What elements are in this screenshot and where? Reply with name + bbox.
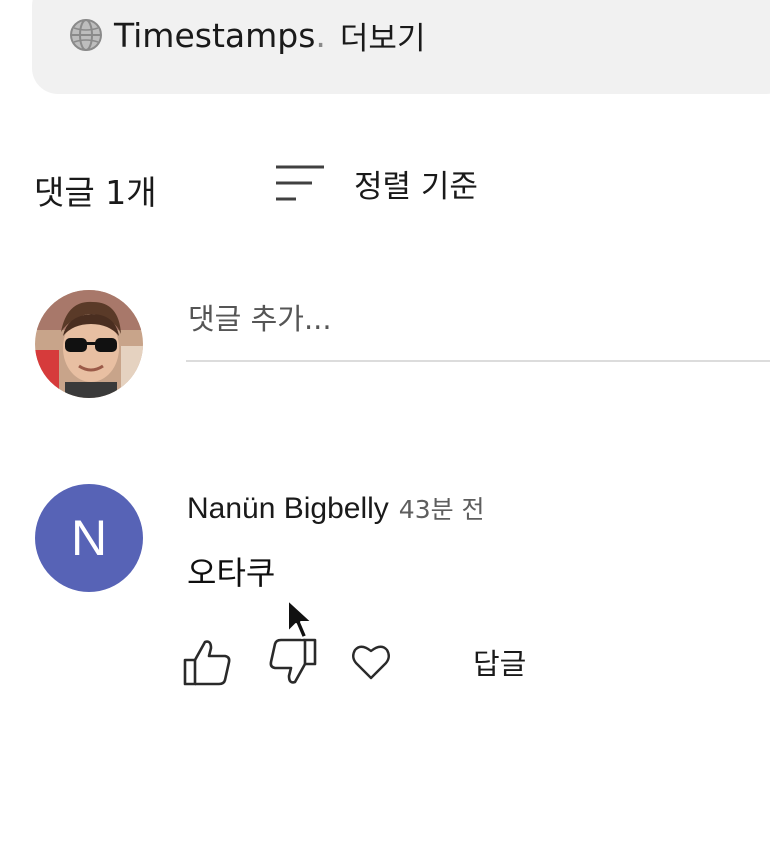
heart-icon bbox=[352, 645, 390, 680]
sort-label: 정렬 기준 bbox=[354, 168, 478, 205]
comment-meta: Nanün Bigbelly 43분 전 bbox=[187, 490, 485, 530]
comments-header: 댓글 1개 bbox=[34, 160, 157, 220]
comment-time: 43분 전 bbox=[398, 495, 485, 524]
comment-text: 오타쿠 bbox=[187, 554, 276, 592]
thumbs-up-icon bbox=[183, 640, 231, 686]
reply-button[interactable]: 답글 bbox=[473, 641, 526, 683]
add-comment-input[interactable] bbox=[186, 284, 770, 362]
hashtag-text[interactable]: Timestamps bbox=[114, 16, 315, 55]
user-photo bbox=[35, 290, 143, 398]
more-button[interactable]: 더보기 bbox=[340, 13, 426, 58]
thumbs-down-icon bbox=[269, 638, 317, 684]
user-avatar[interactable] bbox=[35, 290, 143, 398]
description-line[interactable]: Timestamps. 더보기 bbox=[68, 13, 425, 57]
commenter-avatar[interactable]: N bbox=[35, 484, 143, 592]
sort-icon bbox=[276, 165, 324, 201]
comment-author[interactable]: Nanün Bigbelly bbox=[187, 492, 389, 526]
comment-actions: 답글 bbox=[181, 634, 526, 690]
comments-count: 댓글 1개 bbox=[34, 173, 157, 212]
sort-button[interactable]: 정렬 기준 bbox=[272, 158, 478, 208]
dislike-button[interactable] bbox=[267, 636, 319, 688]
ellipsis: . bbox=[315, 15, 326, 55]
like-button[interactable] bbox=[181, 636, 233, 688]
heart-button[interactable] bbox=[349, 640, 393, 684]
globe-icon bbox=[70, 19, 102, 51]
comment-item: N Nanün Bigbelly 43분 전 오타쿠 답글 bbox=[35, 484, 765, 704]
